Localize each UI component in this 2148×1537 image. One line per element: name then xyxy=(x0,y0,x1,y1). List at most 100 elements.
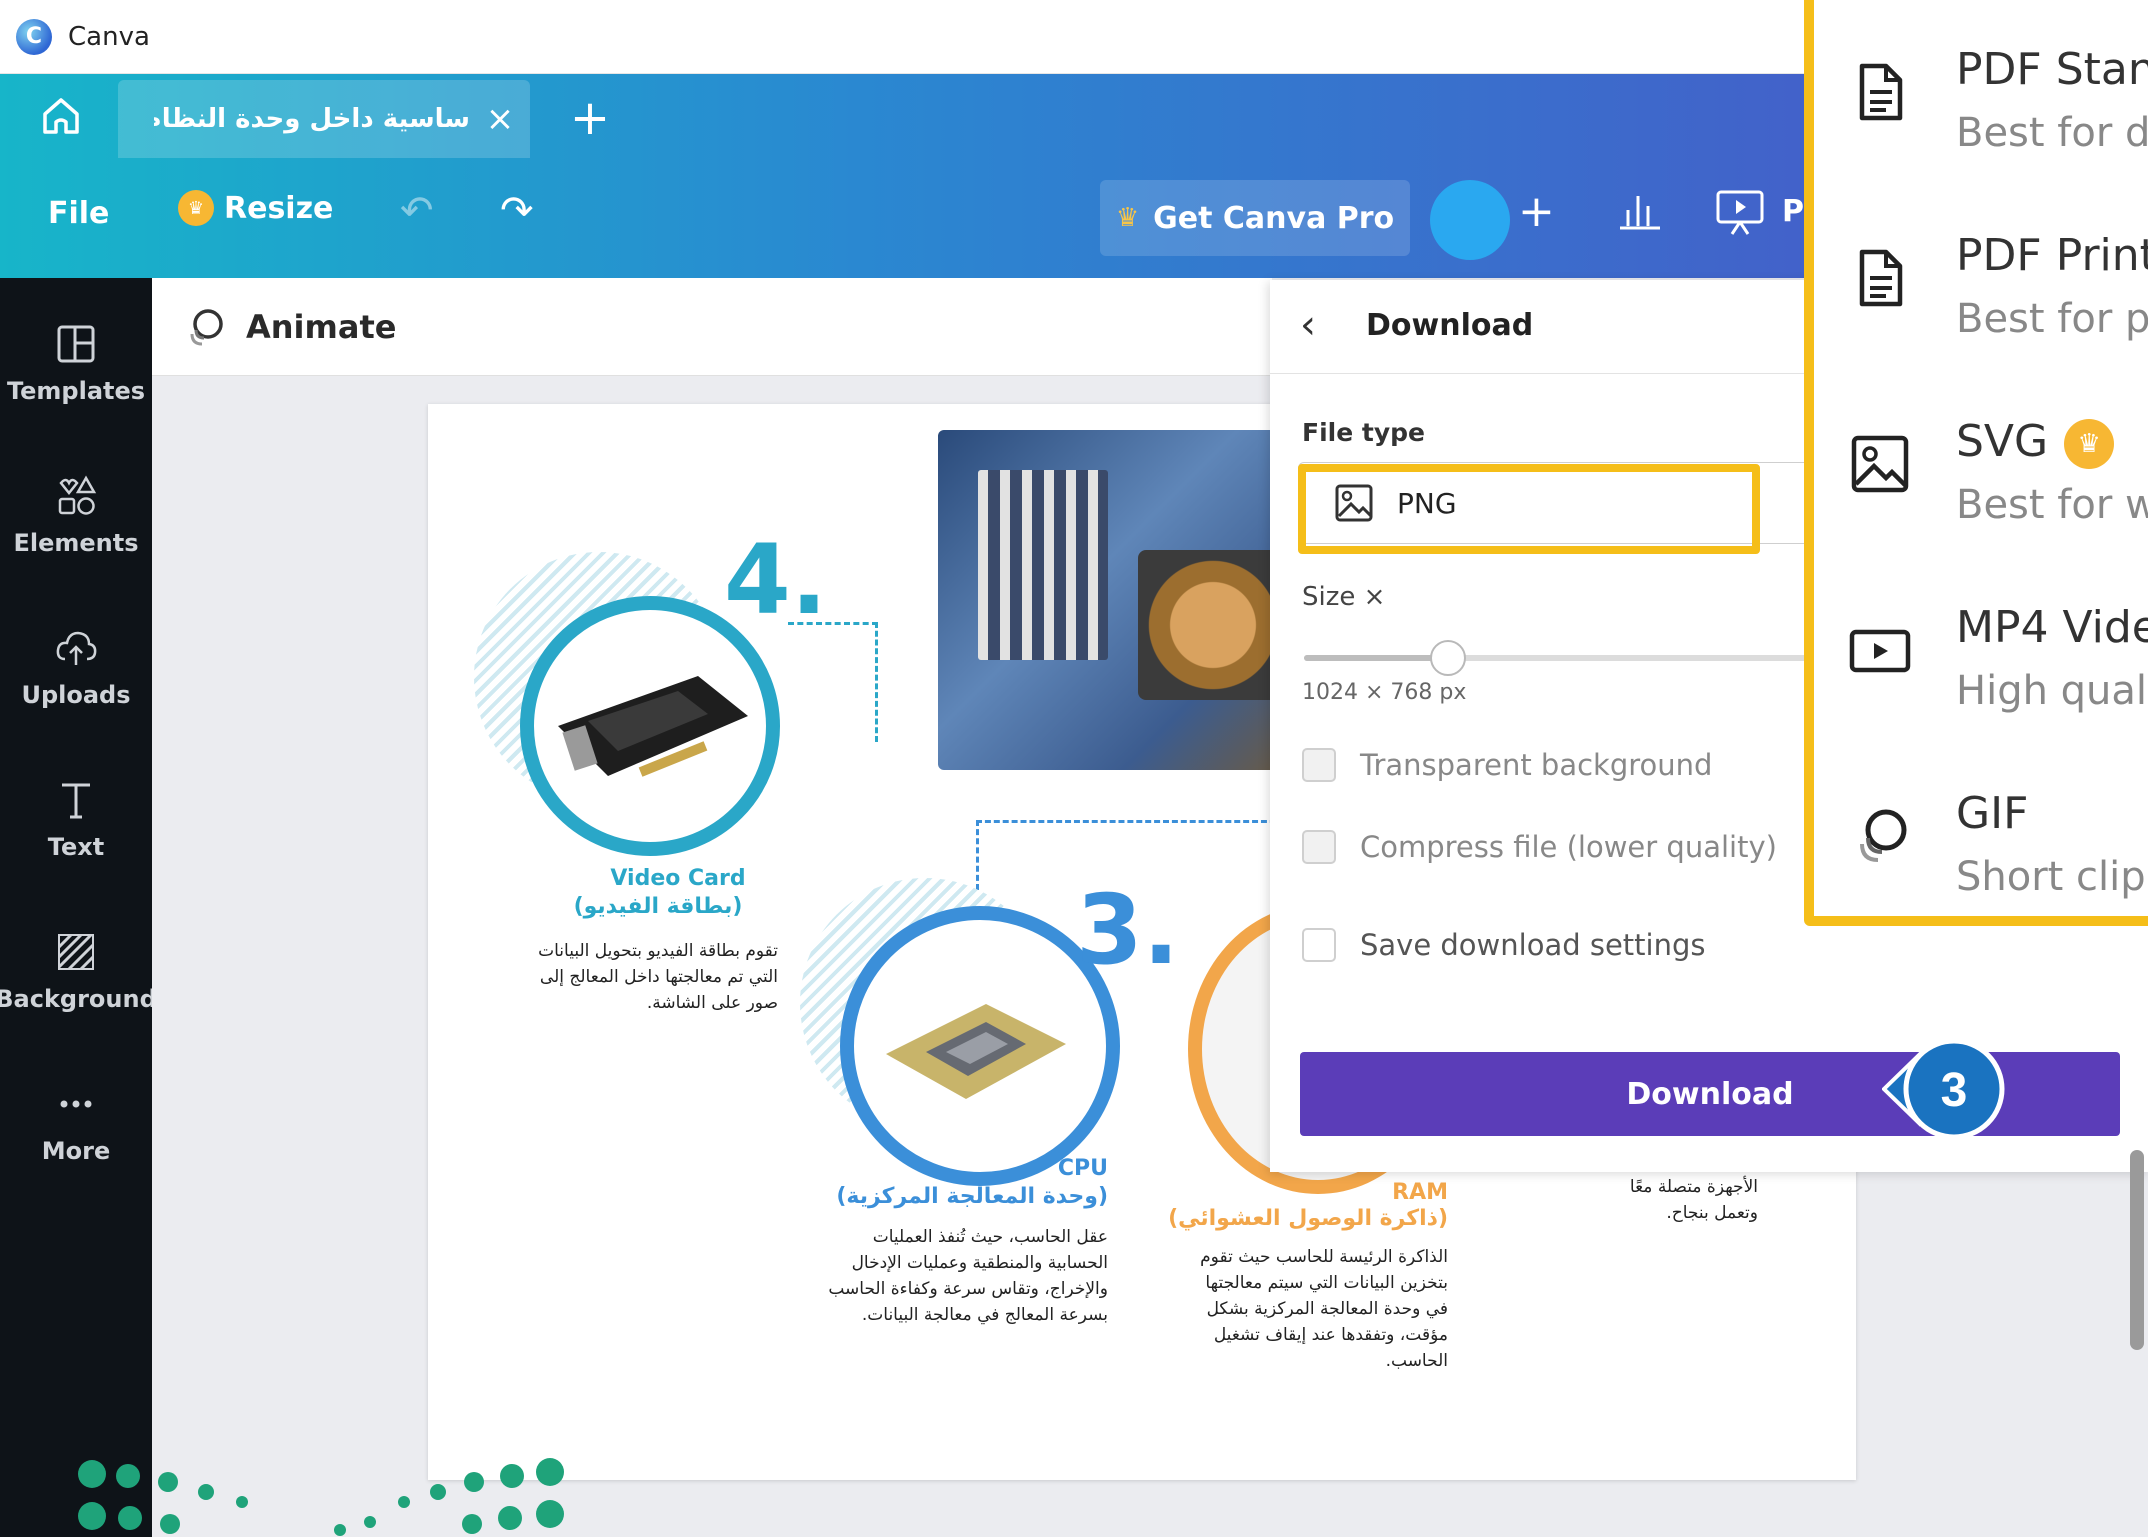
home-button[interactable] xyxy=(6,74,116,158)
file-format-menu: PDF Stan Best for do PDF Print Best for … xyxy=(1804,0,2148,926)
format-option-pdf-standard[interactable]: PDF Stan Best for do xyxy=(1814,4,2148,184)
elements-icon xyxy=(58,475,97,515)
save-settings-checkbox[interactable] xyxy=(1302,928,1336,962)
format-option-mp4[interactable]: MP4 Vide High qualit xyxy=(1814,562,2148,742)
get-canva-pro-label: Get Canva Pro xyxy=(1153,200,1395,236)
format-name: PDF Print xyxy=(1956,230,2148,281)
text-icon xyxy=(62,783,90,819)
format-description: Best for pr xyxy=(1956,296,2148,342)
format-name: SVG ♛ xyxy=(1956,416,2115,469)
file-type-label: File type xyxy=(1302,418,1425,447)
format-option-gif[interactable]: GIF Short clip, xyxy=(1814,748,2148,916)
format-description: High qualit xyxy=(1956,668,2148,714)
animate-icon xyxy=(190,308,223,345)
sidebar-item-label: More xyxy=(41,1137,111,1165)
ram-description: الذاكرة الرئيسة للحاسب حيث تقوم بتخزين ا… xyxy=(1200,1247,1448,1371)
sidebar-item-background[interactable]: Background xyxy=(0,906,157,1036)
sidebar-item-more[interactable]: More xyxy=(0,1058,152,1188)
video-card-title-en: Video Card xyxy=(610,866,746,891)
add-collaborator-button[interactable]: + xyxy=(1518,186,1555,237)
document-tab-title: ساسية داخل وحدة النظام... xyxy=(154,104,470,134)
cpu-number: 3. xyxy=(1076,874,1180,986)
download-panel-title: Download xyxy=(1366,308,1534,343)
more-icon xyxy=(60,1100,92,1108)
format-description: Short clip, xyxy=(1956,854,2148,900)
sidebar-item-templates[interactable]: Templates xyxy=(0,298,152,428)
present-icon[interactable] xyxy=(1712,184,1768,240)
format-option-svg[interactable]: SVG ♛ Best for we xyxy=(1814,376,2148,556)
new-tab-button[interactable]: + xyxy=(560,88,620,148)
resize-label: Resize xyxy=(224,190,334,226)
undo-icon[interactable]: ↶ xyxy=(400,188,434,234)
vertical-scrollbar[interactable] xyxy=(2130,1150,2144,1350)
sidebar-item-label: Templates xyxy=(6,377,146,405)
close-tab-icon[interactable]: × xyxy=(470,99,530,139)
format-name-text: SVG xyxy=(1956,416,2049,467)
format-option-pdf-print[interactable]: PDF Print Best for pr xyxy=(1814,190,2148,370)
file-type-highlight xyxy=(1298,464,1760,554)
format-description: Best for we xyxy=(1956,482,2148,528)
video-card-description: تقوم بطاقة الفيديو بتحويل البيانات التي … xyxy=(538,941,778,1013)
transparent-background-option[interactable]: Transparent background xyxy=(1302,748,1712,782)
save-settings-option[interactable]: Save download settings xyxy=(1302,928,1706,962)
sidebar-item-label: Elements xyxy=(13,529,139,557)
crown-icon: ♛ xyxy=(178,190,214,226)
redo-icon[interactable]: ↷ xyxy=(500,188,534,234)
animate-label: Animate xyxy=(246,307,397,346)
left-sidebar: Templates Elements Uploads Text Backgrou… xyxy=(0,278,157,1537)
transparent-background-checkbox[interactable] xyxy=(1302,748,1336,782)
canva-window: C Canva ساسية داخل وحدة النظام... × + Fi… xyxy=(0,0,2148,1537)
sidebar-item-label: Text xyxy=(47,833,105,861)
compress-file-checkbox[interactable] xyxy=(1302,830,1336,864)
gif-icon xyxy=(1860,809,1907,862)
connector-line xyxy=(788,622,878,742)
compress-file-option[interactable]: Compress file (lower quality) xyxy=(1302,830,1777,864)
sidebar-item-label: Uploads xyxy=(21,681,131,709)
decorative-dots xyxy=(78,1458,564,1536)
video-card-title-ar: (بطاقة الفيديو) xyxy=(573,894,743,919)
home-icon xyxy=(43,98,79,134)
get-canva-pro-button[interactable]: ♛ Get Canva Pro xyxy=(1100,180,1410,256)
canva-logo-icon: C xyxy=(16,18,52,55)
document-tab[interactable]: ساسية داخل وحدة النظام... × xyxy=(118,80,530,158)
sidebar-item-label: Background xyxy=(0,985,157,1013)
ram-title-en: RAM xyxy=(1392,1180,1448,1205)
format-name: PDF Stan xyxy=(1956,44,2148,95)
video-card-number: 4. xyxy=(724,524,828,636)
sidebar-item-text[interactable]: Text xyxy=(0,754,152,884)
option-label: Transparent background xyxy=(1360,748,1713,782)
size-value: 1024 × 768 px xyxy=(1302,680,1467,705)
crown-icon: ♛ xyxy=(1115,203,1140,233)
size-label: Size × xyxy=(1302,582,1386,612)
sidebar-item-elements[interactable]: Elements xyxy=(0,450,152,580)
connection-description: الأجهزة متصلة معًا وتعمل بنجاح. xyxy=(1629,1177,1758,1223)
cpu-title-ar: (وحدة المعالجة المركزية) xyxy=(836,1184,1108,1209)
document-icon xyxy=(1859,63,1903,121)
back-chevron-icon[interactable]: ‹ xyxy=(1300,302,1316,348)
step-badge-number: 3 xyxy=(1941,1064,1968,1117)
video-card-image xyxy=(558,676,748,777)
format-name: GIF xyxy=(1956,788,2029,839)
format-name: MP4 Vide xyxy=(1956,602,2148,653)
cpu-description: عقل الحاسب، حيث تُنفذ العمليات الحسابية … xyxy=(828,1227,1108,1325)
resize-button[interactable]: ♛ Resize xyxy=(178,190,333,226)
insights-chart-icon[interactable] xyxy=(1614,184,1666,236)
ram-title-ar: (ذاكرة الوصول العشوائي) xyxy=(1168,1206,1448,1231)
app-title: Canva xyxy=(68,21,150,52)
background-icon xyxy=(57,933,95,971)
option-label: Save download settings xyxy=(1360,928,1706,962)
animate-button[interactable]: Animate xyxy=(152,278,1272,376)
templates-icon xyxy=(57,325,95,363)
present-label[interactable]: P xyxy=(1782,194,1804,229)
sidebar-item-uploads[interactable]: Uploads xyxy=(0,602,152,732)
pro-crown-icon: ♛ xyxy=(2064,419,2115,469)
uploads-icon xyxy=(56,631,97,665)
avatar[interactable] xyxy=(1430,180,1510,260)
cpu-title-en: CPU xyxy=(1057,1156,1108,1181)
file-menu-button[interactable]: File xyxy=(48,196,109,231)
size-slider-handle[interactable] xyxy=(1430,640,1466,676)
video-icon xyxy=(1849,629,1911,673)
size-slider-fill xyxy=(1304,655,1448,661)
cpu-image xyxy=(886,1004,1066,1099)
format-description: Best for do xyxy=(1956,110,2148,156)
